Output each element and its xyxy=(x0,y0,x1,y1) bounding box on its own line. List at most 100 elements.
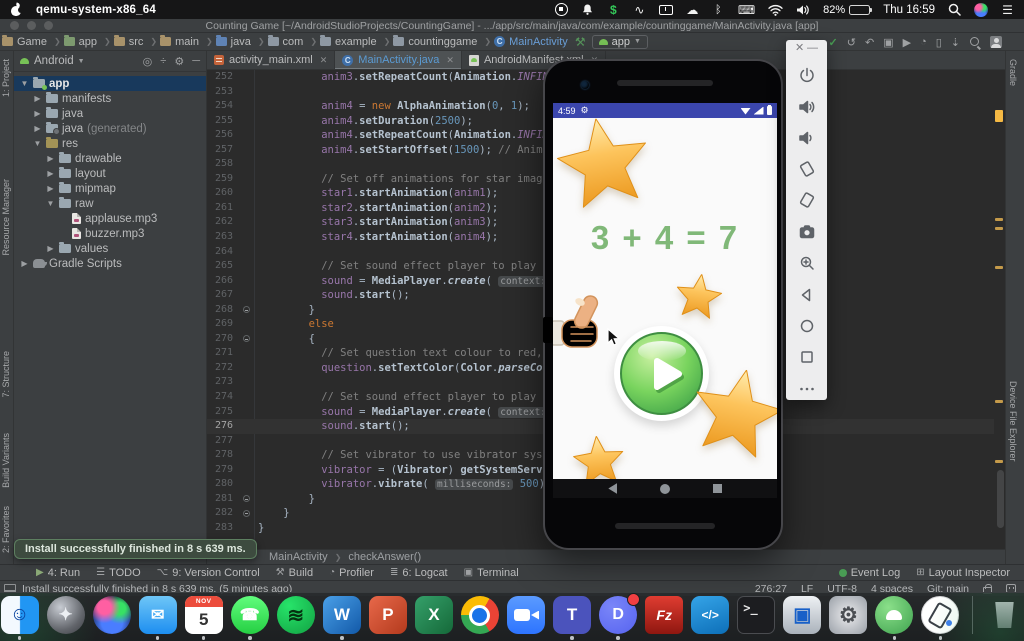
tree-item-java[interactable]: ▶java (generated) xyxy=(14,121,206,136)
sync-gradle-button[interactable]: ⇣ xyxy=(951,36,960,49)
screenshot-camera-button[interactable] xyxy=(798,223,816,241)
build-hammer-icon[interactable]: ⚒ xyxy=(575,35,586,49)
notification-balloon[interactable]: Install successfully finished in 8 s 639… xyxy=(14,539,257,559)
fold-marker-icon[interactable] xyxy=(243,495,250,502)
more-options-button[interactable] xyxy=(798,380,816,398)
breadcrumb-item-countinggame[interactable]: countinggame❯ xyxy=(393,36,491,48)
tree-item-raw[interactable]: ▼raw xyxy=(14,196,206,211)
breadcrumb-method[interactable]: checkAnswer() xyxy=(348,551,421,563)
notification-bell-icon[interactable] xyxy=(581,2,594,18)
breadcrumb-item-src[interactable]: src❯ xyxy=(114,36,157,48)
dock-item-zoom[interactable] xyxy=(507,596,546,640)
dock-item-filezilla[interactable]: Fz xyxy=(645,596,684,640)
tree-item-app[interactable]: ▼app xyxy=(14,76,206,91)
breadcrumb-item-java[interactable]: java❯ xyxy=(216,36,265,48)
phone-screen[interactable]: 4:59 ⚙ 3 + 4 = 7 xyxy=(553,103,777,498)
fold-marker-icon[interactable] xyxy=(243,306,250,313)
toolwindow-stripe-2-favorites[interactable]: 2: Favorites xyxy=(1,506,11,553)
profile-avatar[interactable] xyxy=(990,36,1002,48)
device-manager-button[interactable]: ▯ xyxy=(936,36,942,49)
project-view-selector[interactable]: Android xyxy=(34,55,74,67)
toolwindow-button-todo[interactable]: ☰TODO xyxy=(96,567,141,579)
tab-MainActivity-java[interactable]: CMainActivity.java✕ xyxy=(335,51,462,69)
toolwindow-stripe-1-project[interactable]: 1: Project xyxy=(1,59,11,97)
close-icon[interactable]: ✕ xyxy=(320,55,328,66)
toolwindow-button-eventlog[interactable]: Event Log xyxy=(839,567,901,579)
toolwindow-button-run[interactable]: ▶4: Run xyxy=(36,567,80,579)
phone-side-button[interactable] xyxy=(543,317,553,343)
rotate-left-button[interactable] xyxy=(798,160,816,178)
dock-item-system-preferences[interactable]: ⚙ xyxy=(829,596,868,640)
volume-down-button[interactable] xyxy=(798,129,816,147)
emu-back-button[interactable] xyxy=(798,286,816,304)
breadcrumb-item-com[interactable]: com❯ xyxy=(268,36,317,48)
bluetooth-icon[interactable]: ᛒ xyxy=(712,2,725,18)
tree-item-mipmap[interactable]: ▶mipmap xyxy=(14,181,206,196)
wifi-icon[interactable] xyxy=(768,2,783,18)
tree-item-layout[interactable]: ▶layout xyxy=(14,166,206,181)
rotate-right-button[interactable] xyxy=(798,191,816,209)
battery-indicator[interactable]: 82% xyxy=(823,4,870,16)
toolwindow-stripe-gradle[interactable]: Gradle xyxy=(1008,59,1018,86)
tree-item-manifests[interactable]: ▶manifests xyxy=(14,91,206,106)
dock-item-trash[interactable] xyxy=(985,596,1024,640)
dock-item-spotify[interactable]: ≋ xyxy=(276,596,315,640)
run-configuration-select[interactable]: app ▼ xyxy=(592,35,648,49)
tree-item-applause-mp3[interactable]: applause.mp3 xyxy=(14,211,206,226)
overview-button[interactable] xyxy=(713,484,722,493)
toolwindow-button-logcat[interactable]: ≣6: Logcat xyxy=(390,567,448,579)
dock-item-calendar[interactable]: NOV5 xyxy=(184,596,223,640)
toolwindow-button-terminal[interactable]: ▣Terminal xyxy=(464,567,519,579)
tree-item-res[interactable]: ▼res xyxy=(14,136,206,151)
dock-item-virtualbox[interactable]: ▣ xyxy=(783,596,822,640)
display-windows-icon[interactable] xyxy=(659,2,673,18)
toolwindow-stripe-device-file-explorer[interactable]: Device File Explorer xyxy=(1008,381,1018,462)
tree-item-buzzer-mp3[interactable]: buzzer.mp3 xyxy=(14,226,206,241)
close-icon[interactable]: ✕ xyxy=(446,55,454,66)
error-stripe[interactable] xyxy=(994,70,1005,549)
profiler-button[interactable]: ◔ xyxy=(920,36,927,48)
dock-item-vscode[interactable]: </> xyxy=(691,596,730,640)
tree-item-java[interactable]: ▶java xyxy=(14,106,206,121)
fold-marker-icon[interactable] xyxy=(243,510,250,517)
toolwindow-button-vcs[interactable]: ⌥9: Version Control xyxy=(157,567,260,579)
breadcrumb-item-example[interactable]: example❯ xyxy=(320,36,390,48)
tree-item-Gradle-Scripts[interactable]: ▶Gradle Scripts xyxy=(14,256,206,271)
toolwindow-stripe-build-variants[interactable]: Build Variants xyxy=(1,433,11,488)
breadcrumb-item-MainActivity[interactable]: CMainActivity xyxy=(494,36,568,48)
dollar-status-icon[interactable]: $ xyxy=(607,2,620,18)
home-button[interactable] xyxy=(660,484,670,494)
emu-home-button[interactable] xyxy=(798,317,816,335)
fold-marker-icon[interactable] xyxy=(243,335,250,342)
dock-item-chrome[interactable] xyxy=(460,596,499,640)
dock-item-finder[interactable]: ☺ xyxy=(0,596,39,640)
history-button[interactable]: ↺ xyxy=(847,36,856,49)
run-tool-button[interactable]: ▶ xyxy=(903,36,911,49)
apple-logo-icon[interactable] xyxy=(10,4,22,16)
project-structure-button[interactable]: ▣ xyxy=(883,36,893,49)
spotlight-search-icon[interactable] xyxy=(948,2,961,18)
emu-overview-button[interactable] xyxy=(798,348,816,366)
volume-icon[interactable] xyxy=(796,2,810,18)
control-center-icon[interactable]: ☰ xyxy=(1001,2,1014,18)
toolwindow-button-inspector[interactable]: ⊞Layout Inspector xyxy=(916,567,1010,579)
settings-gear-icon[interactable]: ⚙ xyxy=(174,55,184,68)
menubar-app-name[interactable]: qemu-system-x86_64 xyxy=(36,4,156,16)
power-button[interactable] xyxy=(798,66,816,84)
breadcrumb-class[interactable]: MainActivity xyxy=(269,551,328,563)
menubar-clock[interactable]: Thu 16:59 xyxy=(883,4,935,16)
hide-panel-button[interactable]: ─ xyxy=(192,55,200,68)
emulator-minimize-button[interactable]: — xyxy=(807,43,818,54)
tab-activity-main-xml[interactable]: activity_main.xml✕ xyxy=(207,51,335,69)
screen-record-icon[interactable] xyxy=(555,2,568,18)
locate-file-button[interactable]: ◎ xyxy=(143,55,153,68)
emulator-close-button[interactable]: ✕ xyxy=(795,43,804,54)
breadcrumb-item-app[interactable]: app❯ xyxy=(64,36,111,48)
tree-item-values[interactable]: ▶values xyxy=(14,241,206,256)
dock-item-android-emulator[interactable] xyxy=(921,596,960,640)
breadcrumb-item-main[interactable]: main❯ xyxy=(160,36,213,48)
scrollbar-thumb[interactable] xyxy=(997,470,1004,528)
tree-item-drawable[interactable]: ▶drawable xyxy=(14,151,206,166)
dock-item-whatsapp[interactable]: ☎ xyxy=(230,596,269,640)
dock-item-terminal[interactable]: >_ xyxy=(737,596,776,640)
